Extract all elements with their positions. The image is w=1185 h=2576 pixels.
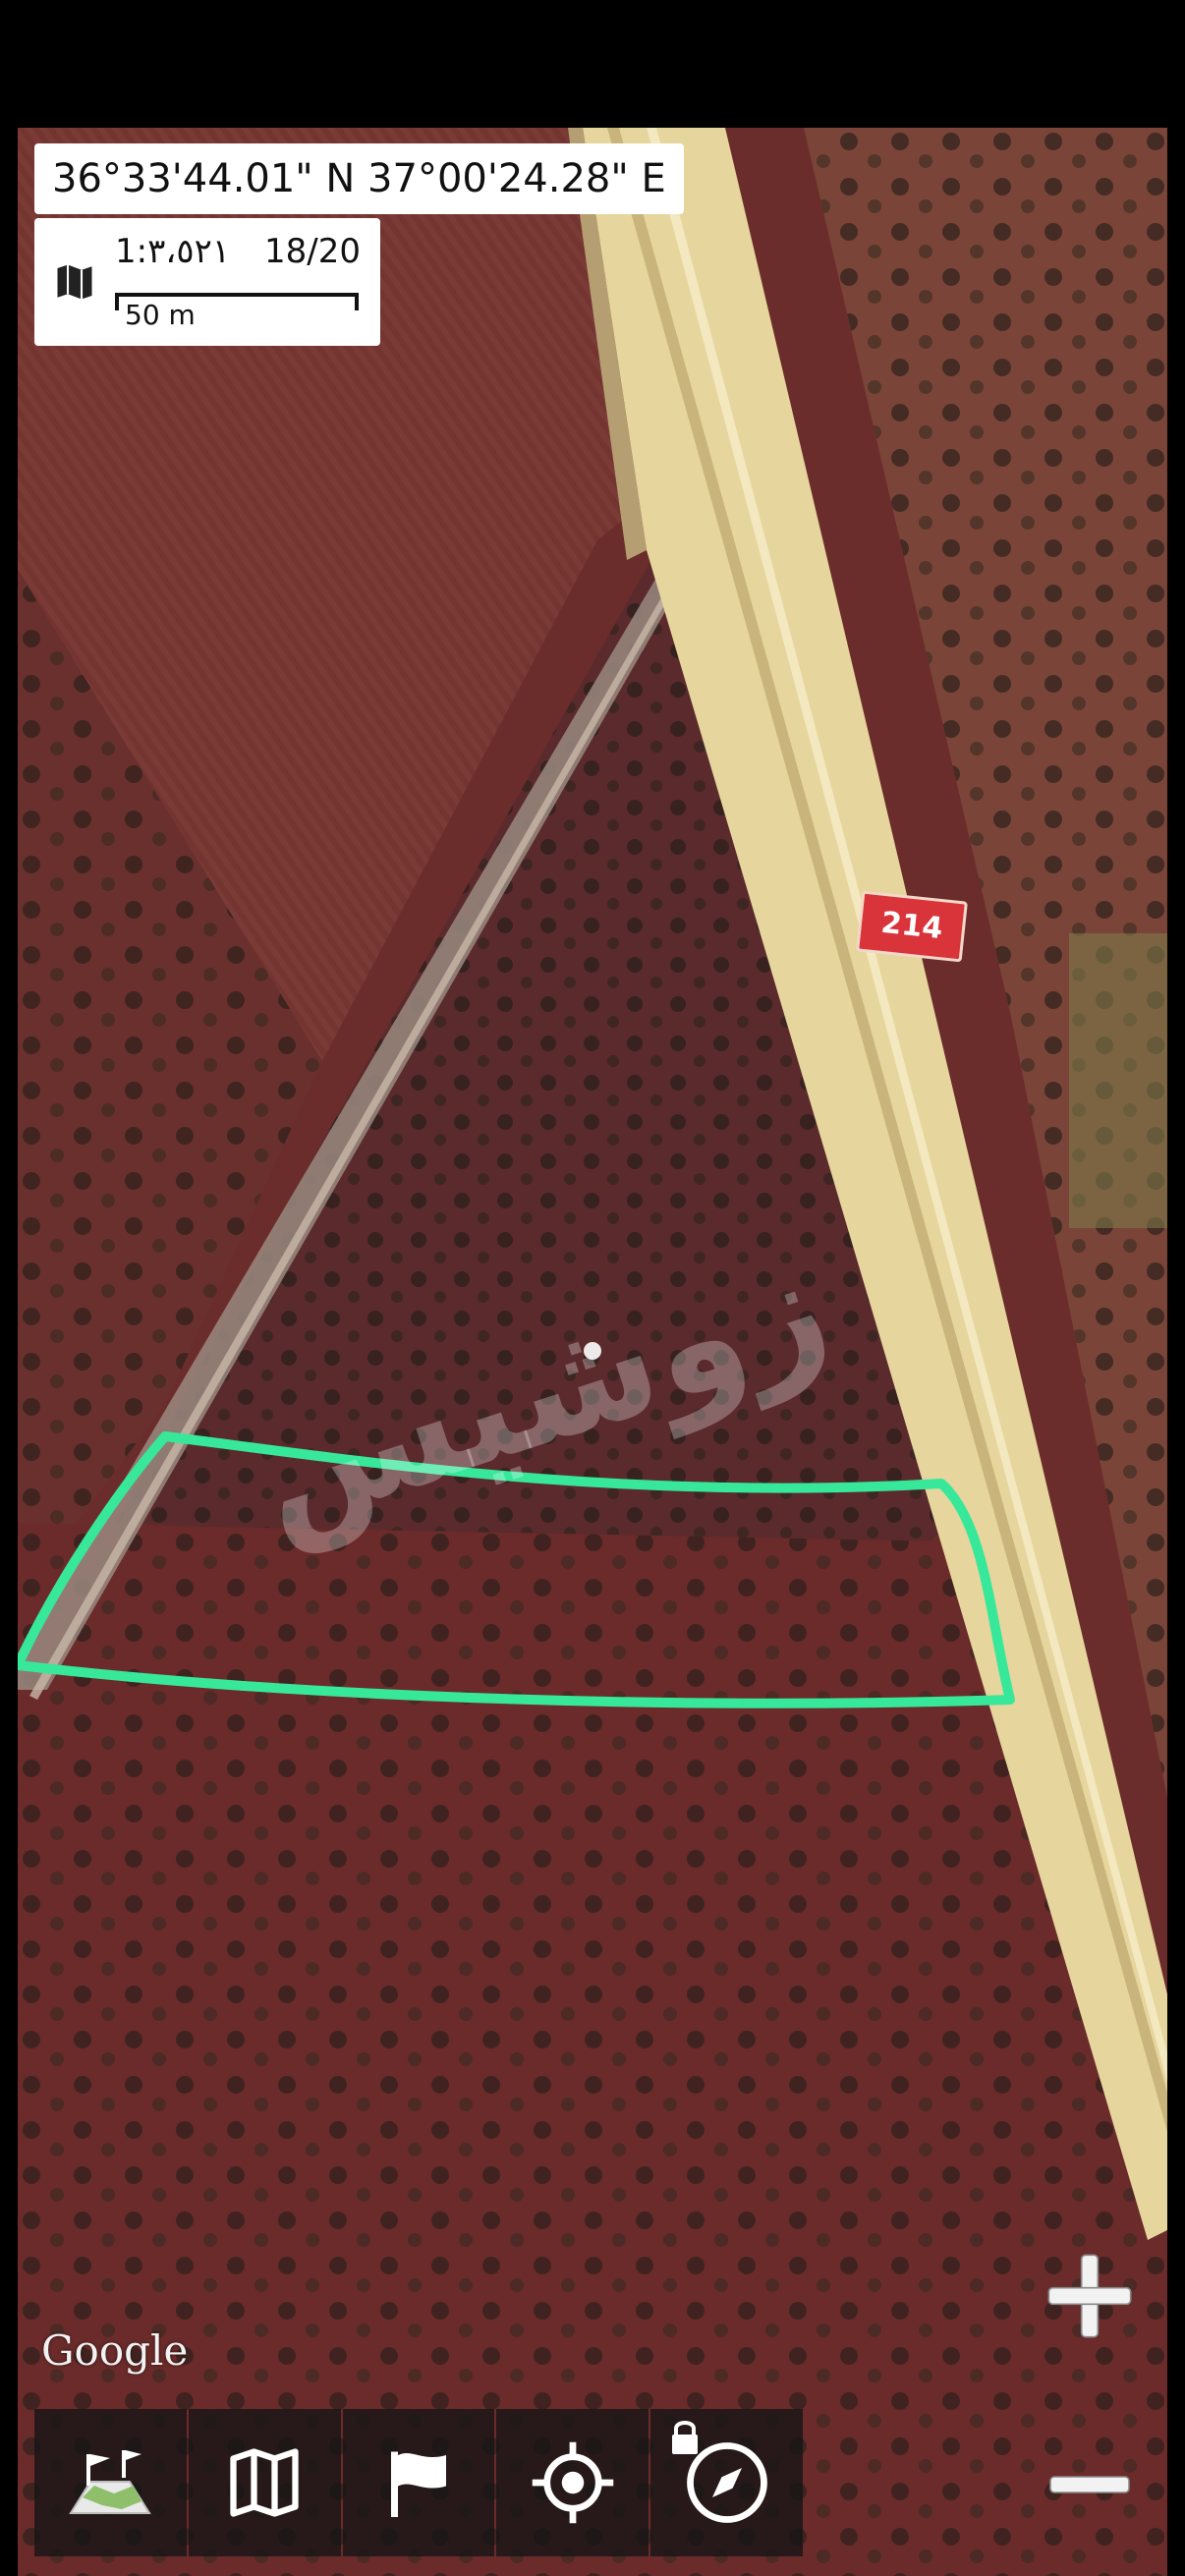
locate-button[interactable] <box>496 2409 649 2556</box>
scale-bar-label: 50 m <box>125 299 196 331</box>
plus-icon <box>1047 2254 1132 2338</box>
map-imagery: زوشيس <box>18 128 1167 2576</box>
minus-icon <box>1049 2476 1130 2493</box>
map-button[interactable] <box>188 2409 341 2556</box>
map-icon <box>230 2448 299 2517</box>
zoom-level: 18/20 <box>264 232 361 271</box>
lock-icon <box>672 2421 699 2454</box>
scale-panel: 1:٣،٥٢١ 18/20 50 m <box>34 218 380 346</box>
compass-button[interactable] <box>650 2409 803 2556</box>
google-attribution: Google <box>41 2326 189 2375</box>
layers-button[interactable] <box>34 2409 187 2556</box>
zoom-out-button[interactable] <box>1036 2431 1144 2539</box>
coordinates-readout: 36°33'44.01" N 37°00'24.28" E <box>34 143 684 214</box>
app-screen: زوشيس 36°33'44.01" N 37°00'24.28" E 1:٣،… <box>0 0 1185 2576</box>
route-sign: 214 <box>856 890 968 963</box>
locate-icon <box>532 2441 614 2524</box>
flag-button[interactable] <box>342 2409 495 2556</box>
flag-icon <box>390 2451 446 2517</box>
bottom-toolbar <box>34 2409 803 2556</box>
map-icon <box>57 264 92 300</box>
scale-ratio: 1:٣،٥٢١ <box>115 232 231 271</box>
satellite-map[interactable]: زوشيس <box>18 128 1167 2576</box>
map-layers-icon <box>69 2450 152 2514</box>
zoom-in-button[interactable] <box>1036 2242 1144 2350</box>
